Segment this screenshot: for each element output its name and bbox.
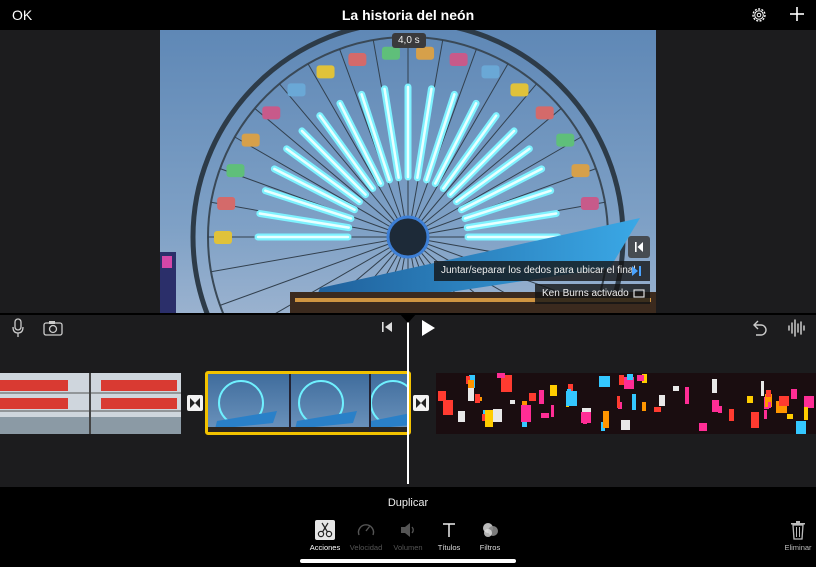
- duplicate-action[interactable]: Duplicar: [0, 497, 816, 509]
- clip-duration-label: 4,0 s: [392, 33, 426, 48]
- ken-burns-hint: Juntar/separar los dedos para ubicar el …: [434, 261, 650, 281]
- playhead-marker: [399, 313, 417, 323]
- rewind-to-start-icon[interactable]: [381, 321, 393, 333]
- neon-street-clip[interactable]: [436, 373, 816, 434]
- camera-icon[interactable]: [43, 320, 63, 336]
- trash-icon: [791, 521, 805, 540]
- jump-to-start-button[interactable]: [628, 236, 650, 258]
- delete-button[interactable]: Eliminar: [778, 520, 816, 552]
- transition-button-1[interactable]: [187, 395, 203, 411]
- playhead[interactable]: [407, 316, 409, 484]
- microphone-icon[interactable]: [10, 318, 26, 338]
- speedometer-icon: [357, 524, 375, 536]
- play-icon[interactable]: [420, 319, 436, 337]
- crop-icon: [633, 289, 645, 298]
- transition-icon: [190, 398, 200, 408]
- delete-label: Eliminar: [784, 543, 812, 552]
- filters-icon: [483, 523, 498, 537]
- public-market-clip[interactable]: [0, 373, 181, 434]
- transition-button-2[interactable]: [413, 395, 429, 411]
- undo-icon[interactable]: [750, 319, 768, 337]
- skip-start-icon: [635, 242, 643, 252]
- ken-burns-toggle[interactable]: Ken Burns activado: [535, 284, 650, 304]
- speaker-icon: [401, 523, 414, 537]
- project-title: La historia del neón: [341, 7, 475, 23]
- audio-waveform-icon[interactable]: [787, 319, 807, 337]
- ken-burns-label: Ken Burns activado: [542, 288, 629, 299]
- tool-filters[interactable]: Filtros: [465, 520, 515, 552]
- play-end-icon: [632, 266, 641, 276]
- text-icon: [443, 523, 455, 537]
- gear-icon[interactable]: [750, 6, 768, 24]
- hint-text: Juntar/separar los dedos para ubicar el …: [441, 265, 636, 276]
- tool-label: Filtros: [479, 543, 501, 552]
- selected-clip-outline[interactable]: [205, 371, 411, 435]
- plus-icon[interactable]: [788, 5, 806, 23]
- scissors-icon: [315, 520, 335, 540]
- home-indicator[interactable]: [300, 559, 516, 563]
- transition-icon: [416, 398, 426, 408]
